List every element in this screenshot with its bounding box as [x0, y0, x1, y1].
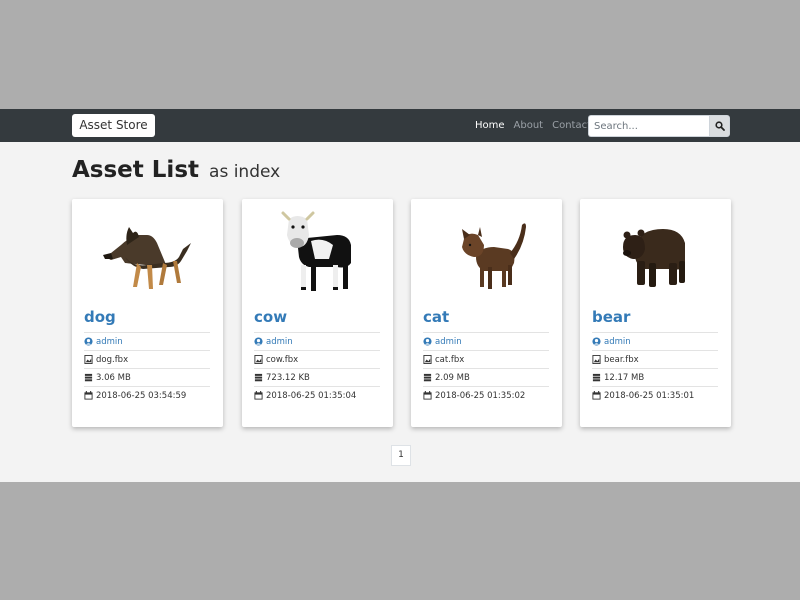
asset-card-bear: bear admin bear.fbx 12.17 MB 2018-06-25 … — [580, 199, 731, 427]
asset-card-cat: cat admin cat.fbx 2.09 MB 2018-06-25 01:… — [411, 199, 562, 427]
file-size: 3.06 MB — [96, 372, 131, 383]
date-row: 2018-06-25 01:35:04 — [254, 386, 380, 404]
database-icon — [592, 373, 601, 382]
asset-title[interactable]: bear — [592, 308, 630, 326]
nav-link-home[interactable]: Home — [475, 120, 505, 131]
file-row: dog.fbx — [84, 350, 210, 368]
pagination-page-1[interactable]: 1 — [391, 445, 411, 466]
user-circle-icon — [254, 337, 263, 346]
database-icon — [423, 373, 432, 382]
nav-links: Home About Contact — [475, 109, 591, 142]
file-image-icon — [423, 355, 432, 364]
file-image-icon — [592, 355, 601, 364]
search-icon — [714, 121, 725, 131]
search-input[interactable] — [588, 115, 710, 137]
asset-title[interactable]: dog — [84, 308, 116, 326]
author-name: admin — [604, 336, 631, 347]
author-name: admin — [266, 336, 293, 347]
author-row[interactable]: admin — [423, 332, 549, 350]
author-row[interactable]: admin — [254, 332, 380, 350]
file-row: bear.fbx — [592, 350, 718, 368]
upload-date: 2018-06-25 03:54:59 — [96, 390, 187, 401]
cat-icon[interactable] — [436, 205, 536, 297]
file-image-icon — [84, 355, 93, 364]
database-icon — [84, 373, 93, 382]
file-name: bear.fbx — [604, 354, 639, 365]
page-title-text: Asset List — [72, 157, 200, 183]
author-row[interactable]: admin — [84, 332, 210, 350]
calendar-icon — [84, 391, 93, 400]
file-size: 2.09 MB — [435, 372, 470, 383]
user-circle-icon — [423, 337, 432, 346]
calendar-icon — [592, 391, 601, 400]
date-row: 2018-06-25 01:35:01 — [592, 386, 718, 404]
author-name: admin — [96, 336, 123, 347]
brand-button[interactable]: Asset Store — [72, 114, 155, 137]
asset-meta: admin bear.fbx 12.17 MB 2018-06-25 01:35… — [592, 332, 718, 404]
size-row: 3.06 MB — [84, 368, 210, 386]
cow-icon[interactable] — [267, 205, 367, 297]
bear-icon[interactable] — [605, 205, 705, 297]
size-row: 12.17 MB — [592, 368, 718, 386]
file-size: 723.12 KB — [266, 372, 310, 383]
asset-card-cow: cow admin cow.fbx 723.12 KB 2018-06-25 0… — [242, 199, 393, 427]
file-name: dog.fbx — [96, 354, 129, 365]
asset-card-dog: dog admin dog.fbx 3.06 MB 2018-06-25 03:… — [72, 199, 223, 427]
upload-date: 2018-06-25 01:35:02 — [435, 390, 526, 401]
upload-date: 2018-06-25 01:35:04 — [266, 390, 357, 401]
nav-link-about[interactable]: About — [514, 120, 544, 131]
asset-title[interactable]: cow — [254, 308, 287, 326]
calendar-icon — [423, 391, 432, 400]
date-row: 2018-06-25 03:54:59 — [84, 386, 210, 404]
dog-icon[interactable] — [97, 205, 197, 297]
page-title: Asset List as index — [72, 157, 280, 183]
calendar-icon — [254, 391, 263, 400]
main-content: Asset List as index dog admin dog.fbx 3.… — [0, 142, 800, 482]
user-circle-icon — [592, 337, 601, 346]
size-row: 2.09 MB — [423, 368, 549, 386]
search-button[interactable] — [709, 115, 730, 137]
size-row: 723.12 KB — [254, 368, 380, 386]
user-circle-icon — [84, 337, 93, 346]
file-row: cat.fbx — [423, 350, 549, 368]
author-row[interactable]: admin — [592, 332, 718, 350]
database-icon — [254, 373, 263, 382]
file-image-icon — [254, 355, 263, 364]
page-subtitle: as index — [209, 162, 281, 182]
asset-meta: admin cat.fbx 2.09 MB 2018-06-25 01:35:0… — [423, 332, 549, 404]
nav-link-contact[interactable]: Contact — [552, 120, 591, 131]
asset-meta: admin cow.fbx 723.12 KB 2018-06-25 01:35… — [254, 332, 380, 404]
upload-date: 2018-06-25 01:35:01 — [604, 390, 695, 401]
file-row: cow.fbx — [254, 350, 380, 368]
author-name: admin — [435, 336, 462, 347]
date-row: 2018-06-25 01:35:02 — [423, 386, 549, 404]
file-name: cat.fbx — [435, 354, 465, 365]
file-name: cow.fbx — [266, 354, 299, 365]
file-size: 12.17 MB — [604, 372, 645, 383]
asset-meta: admin dog.fbx 3.06 MB 2018-06-25 03:54:5… — [84, 332, 210, 404]
asset-title[interactable]: cat — [423, 308, 449, 326]
